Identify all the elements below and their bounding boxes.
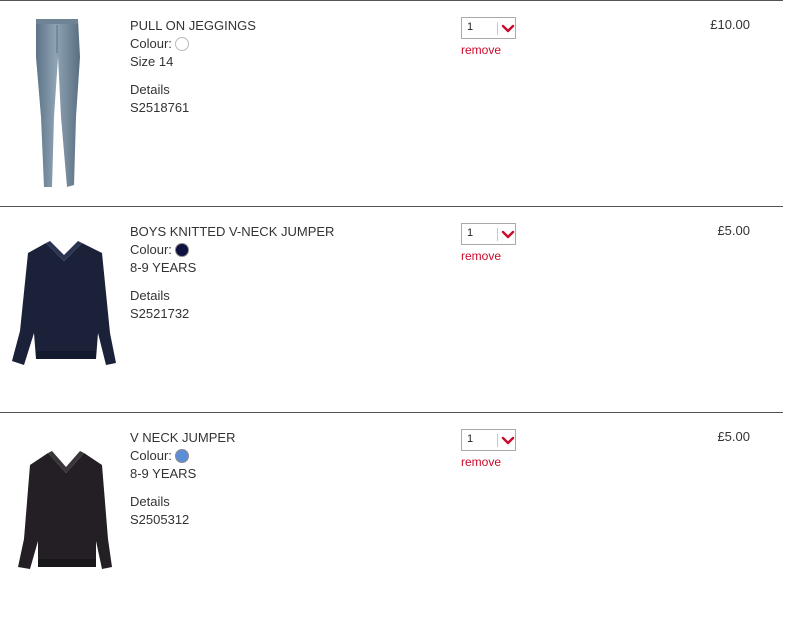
quantity-value: 1 xyxy=(467,227,474,239)
chevron-down-icon xyxy=(501,24,515,33)
remove-link[interactable]: remove xyxy=(461,455,516,469)
item-price: £5.00 xyxy=(717,223,750,238)
colour-label: Colour: xyxy=(130,242,172,257)
colour-swatch xyxy=(174,243,189,257)
details-label: Details xyxy=(130,82,170,97)
basket-item: BOYS KNITTED V-NECK JUMPER Colour: 8-9 Y… xyxy=(0,206,783,412)
item-price: £10.00 xyxy=(710,17,750,32)
product-code: S2505312 xyxy=(130,512,190,527)
product-image[interactable] xyxy=(6,223,122,399)
colour-label: Colour: xyxy=(130,448,172,463)
product-name[interactable]: PULL ON JEGGINGS xyxy=(130,17,430,35)
colour-label: Colour: xyxy=(130,36,172,51)
colour-row: Colour: xyxy=(130,35,430,53)
product-details: PULL ON JEGGINGS Colour: Size 14 Details… xyxy=(130,17,430,117)
quantity-select[interactable]: 1 xyxy=(461,429,516,451)
quantity-value: 1 xyxy=(467,433,474,445)
colour-row: Colour: xyxy=(130,447,430,465)
product-image[interactable] xyxy=(6,429,122,605)
colour-swatch xyxy=(174,37,189,51)
quantity-select[interactable]: 1 xyxy=(461,17,516,39)
product-size: 8-9 YEARS xyxy=(130,466,197,481)
product-name[interactable]: V NECK JUMPER xyxy=(130,429,430,447)
colour-row: Colour: xyxy=(130,241,430,259)
basket-item: V NECK JUMPER Colour: 8-9 YEARS Details … xyxy=(0,412,783,618)
colour-swatch xyxy=(174,449,189,463)
jeggings-image xyxy=(36,19,80,187)
product-size: Size 14 xyxy=(130,54,174,69)
product-size: 8-9 YEARS xyxy=(130,260,197,275)
chevron-down-icon xyxy=(501,436,515,445)
product-code: S2518761 xyxy=(130,100,190,115)
product-details: BOYS KNITTED V-NECK JUMPER Colour: 8-9 Y… xyxy=(130,223,430,323)
quantity-control: 1 remove xyxy=(461,223,516,263)
remove-link[interactable]: remove xyxy=(461,249,516,263)
product-code: S2521732 xyxy=(130,306,190,321)
basket-list: PULL ON JEGGINGS Colour: Size 14 Details… xyxy=(0,0,787,588)
quantity-select[interactable]: 1 xyxy=(461,223,516,245)
basket-item: PULL ON JEGGINGS Colour: Size 14 Details… xyxy=(0,0,783,206)
quantity-control: 1 remove xyxy=(461,429,516,469)
product-name[interactable]: BOYS KNITTED V-NECK JUMPER xyxy=(130,223,430,241)
quantity-value: 1 xyxy=(467,21,474,33)
details-label: Details xyxy=(130,288,170,303)
navy-jumper-image xyxy=(12,241,116,365)
product-details: V NECK JUMPER Colour: 8-9 YEARS Details … xyxy=(130,429,430,529)
chevron-down-icon xyxy=(501,230,515,239)
dark-jumper-image xyxy=(18,451,112,569)
remove-link[interactable]: remove xyxy=(461,43,516,57)
product-image[interactable] xyxy=(6,17,122,193)
quantity-control: 1 remove xyxy=(461,17,516,57)
details-label: Details xyxy=(130,494,170,509)
item-price: £5.00 xyxy=(717,429,750,444)
